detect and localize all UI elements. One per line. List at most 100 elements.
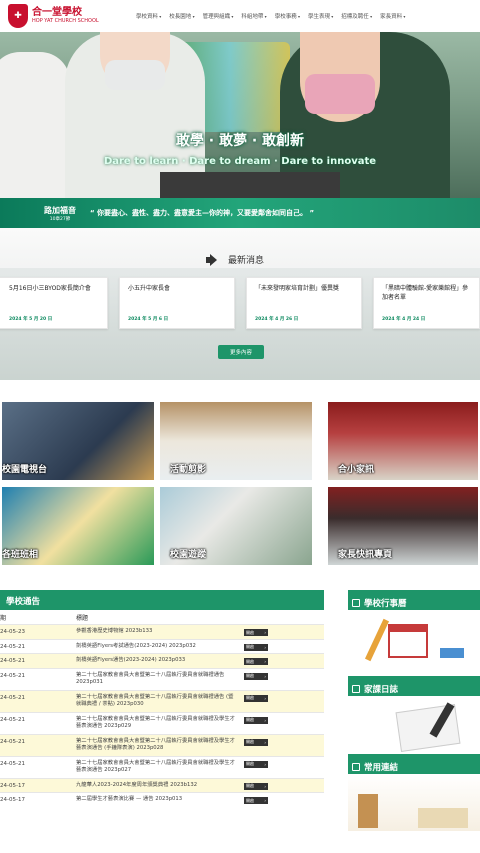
lower-section: 學校通告 期 標題 24-05-23 參觀香港歷史博物館 2023b133 開啟 › … — [0, 566, 480, 853]
nav-item-parents[interactable]: 家長資料 — [380, 12, 405, 20]
news-card-title: 「未來發明家培育計劃」優異獎 — [255, 285, 340, 292]
open-button[interactable]: 開啟 › — [244, 643, 268, 651]
news-card-title: 「黑暗中體驗館-愛家樂館程」參加者名單 — [382, 285, 469, 301]
news-card-date: 2024 年 4 月 26 日 — [255, 317, 299, 322]
nav-item-tender[interactable]: 招標及聘任 — [341, 12, 372, 20]
open-button[interactable]: 開啟 › — [244, 782, 268, 790]
open-label: 開啟 — [246, 644, 254, 649]
arrow-icon: › — [264, 673, 266, 679]
nav-item-subjects[interactable]: 科組地帶 — [241, 12, 266, 20]
nav-item-school-info[interactable]: 學校資料 — [136, 12, 161, 20]
row-title: 第二十七屆家教會會員大會暨第二十八屆執行委員會就職禮通告 2023p031 — [76, 671, 225, 686]
side-links[interactable]: 常用連結 — [348, 754, 480, 831]
row-date: 24-05-21 — [0, 716, 25, 723]
row-date: 24-05-21 — [0, 658, 25, 664]
more-news-button[interactable]: 更多內容 — [218, 345, 264, 359]
school-notices: 學校通告 期 標題 24-05-23 參觀香港歷史博物館 2023b133 開啟 › … — [0, 590, 324, 853]
slogan-en: Dare to learn · Dare to dream · Dare to … — [103, 156, 377, 167]
open-label: 開啟 — [246, 717, 254, 722]
arrow-icon: › — [264, 717, 266, 723]
side-title: 家課日誌 — [364, 684, 399, 695]
arrow-icon: › — [264, 739, 266, 745]
side-calendar[interactable]: 學校行事曆 — [348, 590, 480, 667]
news-card-date: 2024 年 5 月 20 日 — [9, 317, 53, 322]
arrow-icon: › — [264, 761, 266, 767]
tile-label: 各班班相 — [2, 550, 39, 560]
tile-family-news[interactable]: 合小家訊 — [326, 400, 480, 482]
table-row: 24-05-21 劍橋英語Flyers考試通告(2023-2024) 2023p0… — [0, 638, 324, 654]
nav-item-student[interactable]: 學生表現 — [308, 12, 333, 20]
table-row: 24-05-21 劍橋英語Flyers通告(2023-2024) 2023p033… — [0, 653, 324, 668]
news-card[interactable]: 5月16日小三BYOD家長簡介會 2024 年 5 月 20 日 — [0, 277, 108, 329]
row-title: 第二十七屆家教會會員大會暨第二十八屆執行委員會就職禮通告 (暨就職典禮 / 茶點… — [76, 693, 234, 708]
news-card[interactable]: 「未來發明家培育計劃」優異獎 2024 年 4 月 26 日 — [246, 277, 362, 329]
tile-class-photos[interactable]: 各班班相 — [0, 485, 156, 567]
link-icon — [352, 762, 360, 771]
table-row: 24-05-23 參觀香港歷史博物館 2023b133 開啟 › — [0, 624, 324, 639]
arrow-icon: › — [264, 783, 266, 789]
news-card[interactable]: 「黑暗中體驗館-愛家樂館程」參加者名單 2024 年 4 月 24 日 — [373, 277, 480, 329]
col-title: 標題 — [76, 615, 89, 622]
notices-table-header: 期 標題 — [0, 610, 324, 624]
news-heading: 最新消息 — [206, 253, 264, 266]
open-button[interactable]: 開啟 › — [244, 694, 268, 702]
tile-label: 家長快訊專頁 — [338, 550, 393, 560]
nav-item-management[interactable]: 管理與組織 — [203, 12, 234, 20]
news-card[interactable]: 小五升中家長會 2024 年 5 月 6 日 — [119, 277, 235, 329]
row-title: 第二屆學生才藝表演比賽 — 通告 2023p013 — [76, 796, 183, 802]
school-logo[interactable]: ✚ 合一堂學校 HOP YAT CHURCH SCHOOL — [8, 4, 128, 28]
row-title: 參觀香港歷史博物館 2023b133 — [76, 628, 153, 634]
tile-campus-tour[interactable]: 校園遊蹤 — [158, 485, 314, 567]
open-label: 開啟 — [246, 695, 254, 700]
news-title: 最新消息 — [228, 256, 265, 266]
arrow-icon: › — [264, 644, 266, 650]
nav-item-principal[interactable]: 校長園地 — [169, 12, 194, 20]
open-button[interactable]: 開啟 › — [244, 738, 268, 746]
slogan-cn: 敢學 · 敢夢 · 敢創新 — [175, 133, 305, 149]
open-label: 開啟 — [246, 739, 254, 744]
row-date: 24-05-21 — [0, 643, 25, 650]
news-card-title: 5月16日小三BYOD家長簡介會 — [9, 285, 91, 292]
row-title: 劍橋英語Flyers考試通告(2023-2024) 2023p032 — [76, 642, 196, 649]
calendar-illustration — [348, 610, 480, 667]
news-cards: 5月16日小三BYOD家長簡介會 2024 年 5 月 20 日 小五升中家長會… — [0, 277, 480, 329]
open-button[interactable]: 開啟 › — [244, 629, 268, 636]
open-button[interactable]: 開啟 › — [244, 672, 268, 680]
open-label: 開啟 — [246, 673, 254, 678]
arrow-icon: › — [264, 659, 266, 664]
open-label: 開啟 — [246, 761, 254, 766]
row-title: 第二十七屆家教會會員大會暨第二十八屆執行委員會就職禮及學生才藝表演通告 2023… — [76, 715, 235, 730]
verse-reference: 路加福音 10章27節 — [44, 205, 76, 222]
arrow-icon: › — [264, 695, 266, 701]
col-date: 期 — [0, 615, 7, 622]
side-homework[interactable]: 家課日誌 — [348, 676, 480, 753]
table-row: 24-05-21 第二十七屆家教會會員大會暨第二十八屆執行委員會就職禮通告 (暨就… — [0, 689, 324, 712]
pencils-drawing — [358, 794, 378, 828]
side-head: 常用連結 — [348, 754, 480, 774]
verse-text: “ 你要盡心、盡性、盡力、盡意愛主—你的神，又要愛鄰舍如同自己。 ” — [90, 209, 315, 217]
face-mask — [105, 60, 165, 90]
table-row: 24-05-21 第二十七屆家教會會員大會暨第二十八屆執行委員會就職禮及學生才藝表… — [0, 755, 324, 778]
news-card-title: 小五升中家長會 — [128, 285, 171, 292]
tile-parent-page[interactable]: 家長快訊專頁 — [326, 485, 480, 567]
links-illustration — [348, 774, 480, 831]
tile-campus-tv[interactable]: 校園電視台 — [0, 400, 156, 482]
open-button[interactable]: 開啟 › — [244, 658, 268, 665]
arrow-icon: › — [264, 630, 266, 635]
face-mask — [305, 74, 375, 114]
speaker-icon — [206, 254, 220, 266]
arrow-icon: › — [264, 798, 266, 803]
books-drawing — [440, 648, 464, 658]
open-button[interactable]: 開啟 › — [244, 716, 268, 724]
row-date: 24-05-23 — [0, 629, 25, 635]
open-button[interactable]: 開啟 › — [244, 797, 268, 804]
tile-activities[interactable]: 活動剪影 — [158, 400, 314, 482]
nav-item-affairs[interactable]: 學校事務 — [275, 12, 300, 20]
bible-verse-bar: 路加福音 10章27節 “ 你要盡心、盡性、盡力、盡意愛主—你的神，又要愛鄰舍如… — [0, 198, 480, 228]
open-button[interactable]: 開啟 › — [244, 760, 268, 768]
school-name-cn: 合一堂學校 — [32, 7, 82, 18]
side-head: 學校行事曆 — [348, 590, 480, 610]
calendar-drawing — [388, 624, 428, 658]
student-figure — [0, 52, 70, 198]
tile-label: 校園電視台 — [2, 465, 48, 475]
